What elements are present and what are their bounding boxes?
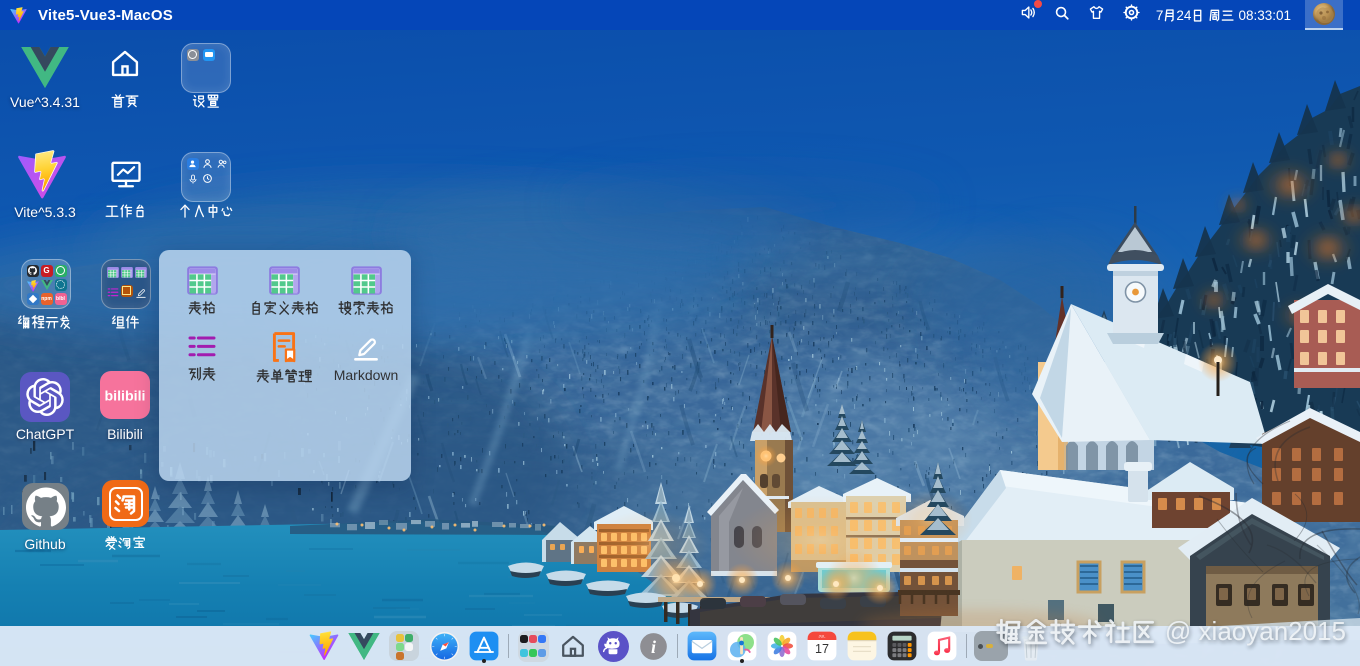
svg-text:i: i [651,636,656,656]
svg-text:bilibili: bilibili [105,389,146,405]
svg-text:JUL: JUL [819,633,827,638]
svg-text:17: 17 [815,642,829,656]
